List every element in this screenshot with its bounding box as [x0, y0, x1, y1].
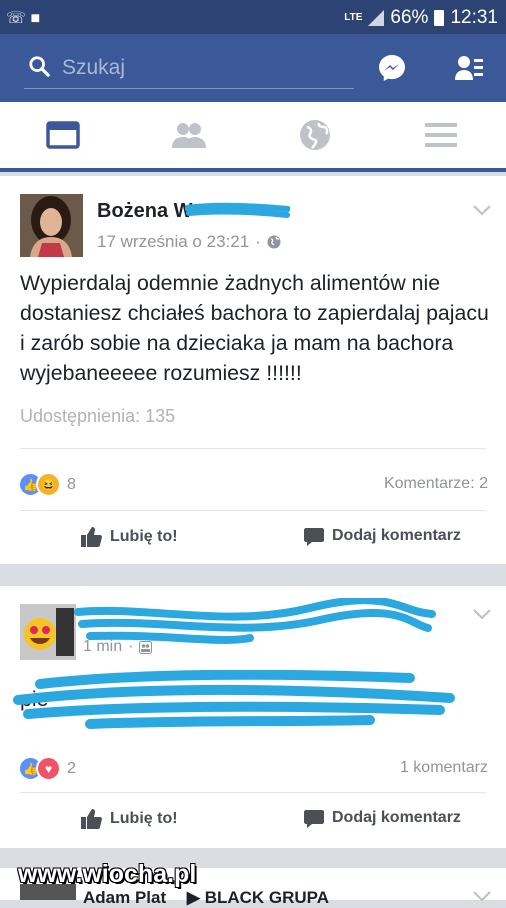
tab-friends[interactable] [126, 102, 252, 168]
arrow-icon: ▶ [186, 888, 200, 907]
clock: 12:31 [450, 7, 498, 28]
watermark: www.wiocha.pl [18, 860, 197, 888]
post-time[interactable]: 1 min [83, 638, 122, 656]
news-feed-icon [46, 121, 80, 149]
redaction-scribble [13, 670, 455, 729]
briefcase-icon: ■ [30, 10, 41, 27]
like-button[interactable]: Lubię to! [80, 526, 178, 548]
friend-requests-icon[interactable] [455, 54, 483, 82]
chevron-down-icon[interactable] [472, 890, 492, 902]
tab-news-feed[interactable] [0, 102, 126, 168]
post-card: Bożena W 17 września o 23:21 · Wypierdal… [0, 176, 506, 564]
status-bar: ☏ ■ LTE 66% 12:31 [0, 0, 506, 34]
meta-separator: · [128, 638, 134, 655]
post-author[interactable]: Adam Plat ▶ BLACK GRUPA [83, 888, 329, 908]
avatar[interactable] [20, 604, 76, 660]
group-name: BLACK GRUPA [204, 888, 330, 907]
comment-label: Dodaj komentarz [332, 809, 461, 826]
divider [20, 792, 486, 793]
notification-icons: ☏ ■ [6, 8, 40, 28]
post-text: Wypierdalaj odemnie żadnych alimentów ni… [20, 271, 489, 385]
chevron-down-icon[interactable] [472, 608, 492, 620]
reaction-count: 8 [67, 475, 76, 493]
profile-photo [20, 604, 76, 660]
redaction-scribble [185, 202, 290, 218]
tab-menu[interactable] [378, 102, 504, 168]
public-globe-icon [267, 235, 281, 249]
search-bar[interactable] [24, 48, 354, 89]
search-icon [29, 56, 50, 77]
post-date[interactable]: 17 września o 23:21 [97, 232, 249, 252]
divider [20, 510, 486, 511]
chevron-down-icon[interactable] [472, 204, 492, 216]
haha-reaction-icon: 😆 [36, 472, 61, 497]
love-reaction-icon: ♥ [36, 756, 61, 781]
comment-count[interactable]: Komentarze: 2 [384, 475, 488, 493]
post-author[interactable]: Bożena W [97, 200, 193, 223]
comment-icon [304, 528, 324, 546]
tab-bar [0, 102, 506, 172]
like-label: Lubię to! [110, 528, 178, 545]
comment-icon [304, 810, 324, 828]
author-name: Adam Plat [83, 888, 167, 907]
lte-indicator: LTE [344, 12, 363, 23]
globe-icon [300, 120, 330, 150]
reactions-summary[interactable]: 👍 😆 8 [18, 472, 76, 497]
friends-icon [172, 123, 206, 148]
shares-count[interactable]: Udostępnienia: 135 [20, 406, 175, 427]
search-input[interactable] [60, 52, 344, 84]
menu-icon [425, 123, 457, 147]
comment-button[interactable]: Dodaj komentarz [304, 526, 461, 546]
meta-separator: · [255, 232, 261, 251]
group-icon [139, 640, 153, 654]
messenger-icon[interactable] [377, 53, 407, 83]
comment-button[interactable]: Dodaj komentarz [304, 808, 461, 828]
like-button[interactable]: Lubię to! [80, 808, 178, 830]
thumbs-up-icon [81, 527, 102, 547]
profile-photo [20, 194, 83, 257]
post-card: 1 min · pie 👍 ♥ 2 1 komentarz Lubię to! … [0, 586, 506, 848]
avatar[interactable] [20, 194, 83, 257]
divider [20, 448, 486, 449]
battery-percent: 66% [390, 7, 429, 28]
reaction-count: 2 [67, 759, 76, 777]
tab-notifications[interactable] [252, 102, 378, 168]
top-bar [0, 34, 506, 102]
missed-call-icon: ☏ [6, 10, 27, 27]
comment-count[interactable]: 1 komentarz [400, 759, 488, 777]
reactions-summary[interactable]: 👍 ♥ 2 [18, 756, 76, 781]
comment-label: Dodaj komentarz [332, 527, 461, 544]
thumbs-up-icon [81, 809, 102, 829]
like-label: Lubię to! [110, 810, 178, 827]
signal-icon [368, 10, 385, 26]
battery-icon [434, 10, 445, 26]
